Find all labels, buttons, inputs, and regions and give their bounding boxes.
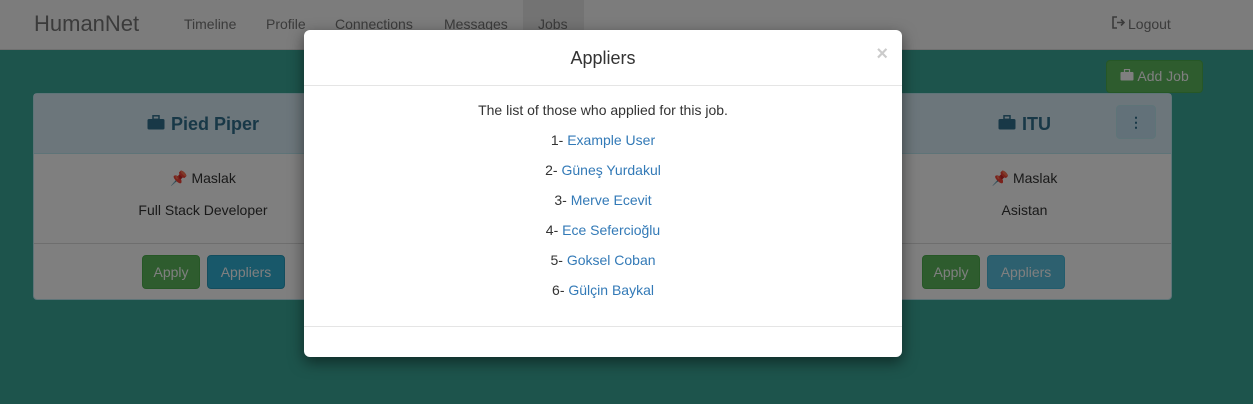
modal-header: Appliers × (304, 30, 902, 86)
applicant-link[interactable]: Goksel Coban (567, 252, 656, 268)
applicant-link[interactable]: Example User (567, 132, 655, 148)
modal-title: Appliers (570, 48, 636, 68)
list-item: 6- Gülçin Baykal (304, 282, 902, 312)
list-item: 5- Goksel Coban (304, 252, 902, 282)
list-item: 4- Ece Sefercioğlu (304, 222, 902, 252)
applicant-link[interactable]: Güneş Yurdakul (561, 162, 660, 178)
applicant-number: 1- (550, 132, 564, 148)
applicant-link[interactable]: Ece Sefercioğlu (562, 222, 660, 238)
applicant-number: 6- (552, 282, 565, 298)
applicant-number: 5- (550, 252, 563, 268)
list-item: 2- Güneş Yurdakul (304, 162, 902, 192)
appliers-modal: Appliers × The list of those who applied… (304, 30, 902, 357)
modal-intro: The list of those who applied for this j… (478, 102, 728, 118)
close-icon[interactable]: × (876, 44, 888, 64)
applicant-link[interactable]: Merve Ecevit (571, 192, 652, 208)
applicant-number: 3- (554, 192, 567, 208)
modal-body: The list of those who applied for this j… (304, 86, 902, 327)
applicant-number: 4- (545, 222, 559, 238)
applicant-number: 2- (545, 162, 558, 178)
applicant-link[interactable]: Gülçin Baykal (568, 282, 654, 298)
list-item: 3- Merve Ecevit (304, 192, 902, 222)
list-item: 1- Example User (304, 132, 902, 162)
